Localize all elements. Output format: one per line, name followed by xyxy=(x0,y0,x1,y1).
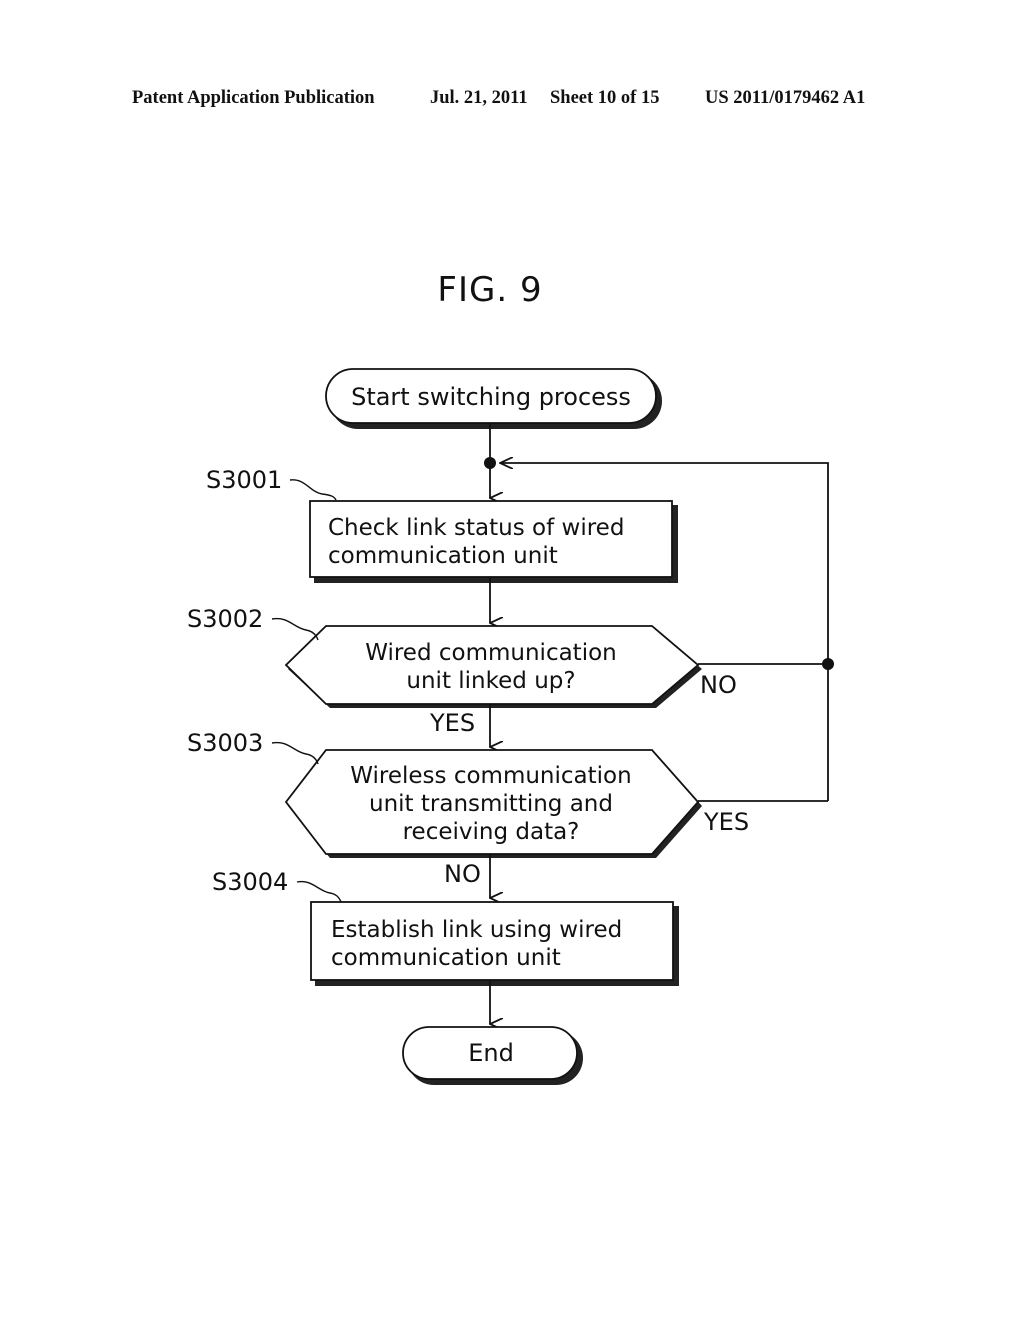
step-s3004: Establish link using wired communication… xyxy=(310,901,679,986)
s3003-line-2: unit transmitting and xyxy=(369,791,613,817)
s3002-ref-label: S3002 xyxy=(187,605,263,633)
s3002-no-label: NO xyxy=(700,671,737,699)
s3002-line-2: unit linked up? xyxy=(406,668,575,694)
s3003-ref-leader xyxy=(271,741,319,765)
s3003-no-label: NO xyxy=(444,860,481,888)
end-terminator: End xyxy=(402,1026,583,1085)
s3001-line-2: communication unit xyxy=(328,543,558,569)
s3002-line-1: Wired communication xyxy=(365,640,617,666)
s3004-ref-leader xyxy=(296,880,342,903)
start-label: Start switching process xyxy=(351,383,631,411)
step-s3002: Wired communication unit linked up? xyxy=(284,625,702,708)
s3001-line-1: Check link status of wired xyxy=(328,515,624,541)
end-label: End xyxy=(468,1039,514,1067)
s3003-yes-label: YES xyxy=(703,808,749,836)
s3004-line-1: Establish link using wired xyxy=(331,917,622,943)
s3003-ref-label: S3003 xyxy=(187,729,263,757)
s3004-ref-label: S3004 xyxy=(212,868,288,896)
s3002-ref-leader xyxy=(271,617,319,641)
start-terminator: Start switching process xyxy=(325,368,662,429)
s3002-yes-label: YES xyxy=(429,709,475,737)
s3003-line-1: Wireless communication xyxy=(350,763,631,789)
s3001-ref-label: S3001 xyxy=(206,466,282,494)
flowchart: Start switching process Check link statu… xyxy=(187,368,834,1085)
s3001-ref-leader xyxy=(289,479,337,501)
step-s3001: Check link status of wired communication… xyxy=(309,500,678,583)
step-s3003: Wireless communication unit transmitting… xyxy=(284,749,702,858)
s3003-line-3: receiving data? xyxy=(403,819,580,845)
s3004-line-2: communication unit xyxy=(331,945,561,971)
